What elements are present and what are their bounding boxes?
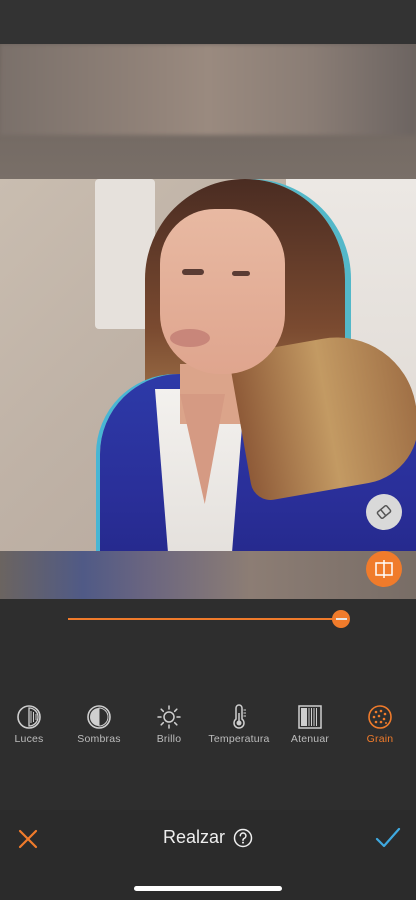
help-icon — [233, 828, 253, 847]
adjustment-tools: Luces Sombras Brillo Temperatura Atenuar… — [0, 704, 416, 749]
tool-grain[interactable]: Grain — [345, 704, 415, 745]
canvas-area — [0, 44, 416, 599]
photo-face — [160, 209, 285, 374]
photo-lips — [170, 329, 210, 347]
grain-icon — [367, 704, 393, 730]
eraser-button[interactable] — [366, 494, 402, 530]
sombras-icon — [86, 704, 112, 730]
tool-label: Luces — [14, 733, 44, 745]
tool-temperatura[interactable]: Temperatura — [204, 704, 274, 745]
luces-icon — [16, 704, 42, 730]
tool-label: Grain — [366, 733, 394, 745]
atenuar-icon — [297, 704, 323, 730]
bottom-bar: Realzar — [0, 810, 416, 900]
compare-button[interactable] — [366, 551, 402, 587]
checkmark-icon — [375, 827, 401, 848]
editor-title: Realzar — [162, 827, 226, 847]
tool-sombras[interactable]: Sombras — [64, 704, 134, 745]
photo-eye-right — [232, 271, 250, 276]
tool-label: Atenuar — [290, 733, 330, 745]
slider-remaining-track[interactable] — [336, 618, 347, 620]
help-button[interactable] — [233, 828, 253, 848]
tool-luces[interactable]: Luces — [0, 704, 64, 745]
photo-blurred-background-top — [0, 44, 416, 135]
intensity-slider-track[interactable] — [68, 618, 342, 620]
tool-label: Temperatura — [208, 733, 270, 745]
tool-atenuar[interactable]: Atenuar — [275, 704, 345, 745]
compare-icon — [375, 560, 393, 578]
top-bar — [0, 0, 416, 44]
home-indicator[interactable] — [134, 886, 282, 891]
brillo-icon — [156, 704, 182, 730]
confirm-button[interactable] — [374, 825, 402, 851]
tool-brillo[interactable]: Brillo — [134, 704, 204, 745]
temperatura-icon — [226, 704, 252, 730]
tool-label: Brillo — [156, 733, 182, 745]
eraser-icon — [376, 504, 392, 520]
tool-label: Sombras — [77, 733, 121, 745]
edited-photo[interactable] — [0, 179, 416, 551]
photo-eye-left — [182, 269, 204, 275]
editor-title-group: Realzar — [0, 827, 416, 848]
